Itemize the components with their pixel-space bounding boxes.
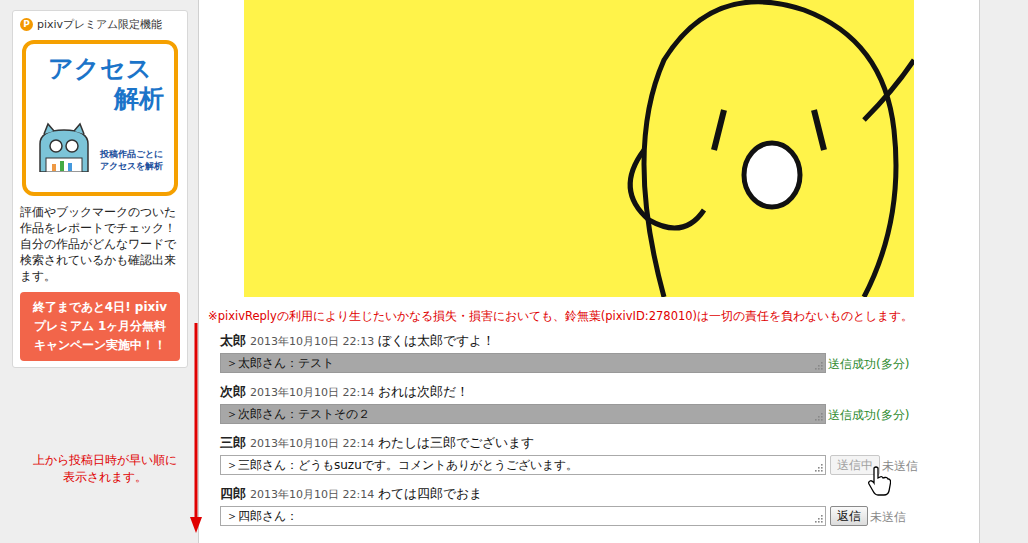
reply-status: 送信成功(多分) — [828, 406, 909, 424]
resize-grip-icon[interactable] — [814, 412, 824, 422]
comment-header: 次郎2013年10月10日 22:14おれは次郎だ！ — [220, 383, 979, 402]
main-panel: ※pixivReplyの利用により生じたいかなる損失・損害においても、鈴無葉(p… — [198, 0, 980, 543]
comment-date: 2013年10月10日 22:14 — [250, 384, 374, 402]
comment-header: 太郎2013年10月10日 22:13ぼくは太郎ですよ！ — [220, 332, 979, 351]
comment-item: 次郎2013年10月10日 22:14おれは次郎だ！ ＞次郎さん：テストその２送信… — [220, 383, 979, 424]
premium-box: Ppixivプレミアム限定機能アクセス解析投稿作品ごとにアクセスを解析評価やブッ… — [12, 10, 188, 368]
comment-header: 四郎2013年10月10日 22:14わては四郎でおま — [220, 485, 979, 504]
comment-message: おれは次郎だ！ — [378, 383, 469, 401]
reply-button: 送信中 — [830, 455, 880, 475]
comment-header: 三郎2013年10月10日 22:14わたしは三郎でございます — [220, 434, 979, 453]
comment-list: 太郎2013年10月10日 22:13ぼくは太郎ですよ！＞太郎さん：テスト送信成… — [220, 332, 979, 526]
disclaimer: ※pixivReplyの利用により生じたいかなる損失・損害においても、鈴無葉(p… — [208, 309, 979, 324]
reply-field: ＞太郎さん：テスト — [220, 353, 826, 373]
reply-status: 送信成功(多分) — [828, 355, 909, 373]
banner-title: アクセス — [48, 54, 152, 84]
comment-message: ぼくは太郎ですよ！ — [378, 332, 495, 350]
resize-grip-icon[interactable] — [814, 361, 824, 371]
premium-header: Ppixivプレミアム限定機能 — [20, 15, 181, 33]
hand-cursor-icon — [867, 466, 891, 496]
reply-field[interactable]: ＞三郎さん：どうもsuzuです。コメントありがとうございます。 — [220, 455, 826, 475]
reply-status: 未送信 — [882, 457, 918, 475]
reply-row: ＞三郎さん：どうもsuzuです。コメントありがとうございます。送信中未送信 — [220, 455, 979, 475]
reply-row: ＞四郎さん：返信未送信 — [220, 506, 979, 526]
reply-field: ＞次郎さん：テストその２ — [220, 404, 826, 424]
reply-button[interactable]: 返信 — [830, 506, 868, 526]
resize-grip-icon[interactable] — [814, 514, 824, 524]
comment-date: 2013年10月10日 22:14 — [250, 435, 374, 453]
reply-row: ＞太郎さん：テスト送信成功(多分) — [220, 353, 979, 373]
down-arrow-icon — [190, 323, 202, 533]
comment-author[interactable]: 三郎 — [220, 434, 246, 452]
comment-message: わたしは三郎でございます — [378, 434, 534, 452]
comment-message: わては四郎でおま — [378, 485, 482, 503]
resize-grip-icon[interactable] — [814, 463, 824, 473]
comment-author[interactable]: 太郎 — [220, 332, 246, 350]
banner-title: 解析 — [114, 84, 164, 114]
premium-description: 評価やブックマークのついた作品をレポートでチェック！自分の作品がどんなワードで検… — [20, 204, 181, 284]
comment-item: 三郎2013年10月10日 22:14わたしは三郎でございます ＞三郎さん：どうも… — [220, 434, 979, 475]
comment-date: 2013年10月10日 22:14 — [250, 486, 374, 504]
reply-row: ＞次郎さん：テストその２送信成功(多分) — [220, 404, 979, 424]
sort-annotation: 上から投稿日時が早い順に表示されます。 — [30, 452, 180, 486]
comment-item: 四郎2013年10月10日 22:14わては四郎でおま ＞四郎さん：返信未送信 — [220, 485, 979, 526]
reply-status: 未送信 — [870, 508, 906, 526]
analyst-cat-icon — [32, 122, 96, 172]
comment-date: 2013年10月10日 22:13 — [250, 333, 374, 351]
banner-caption: 投稿作品ごとにアクセスを解析 — [100, 148, 166, 172]
comment-item: 太郎2013年10月10日 22:13ぼくは太郎ですよ！ ＞太郎さん：テスト送信成… — [220, 332, 979, 373]
access-banner[interactable]: アクセス解析投稿作品ごとにアクセスを解析 — [22, 40, 178, 196]
page: Ppixivプレミアム限定機能アクセス解析投稿作品ごとにアクセスを解析評価やブッ… — [0, 0, 1028, 543]
premium-badge: P — [20, 18, 33, 31]
left-column: Ppixivプレミアム限定機能アクセス解析投稿作品ごとにアクセスを解析評価やブッ… — [12, 0, 188, 543]
character-icon — [244, 0, 914, 297]
campaign-button[interactable]: 終了まであと4日! pixivプレミアム 1ヶ月分無料キャンペーン実施中！！ — [20, 292, 180, 361]
banner-bottom: 投稿作品ごとにアクセスを解析 — [26, 122, 174, 172]
comment-author[interactable]: 四郎 — [220, 485, 246, 503]
illustration — [244, 0, 914, 297]
reply-field[interactable]: ＞四郎さん： — [220, 506, 826, 526]
comment-author[interactable]: 次郎 — [220, 383, 246, 401]
